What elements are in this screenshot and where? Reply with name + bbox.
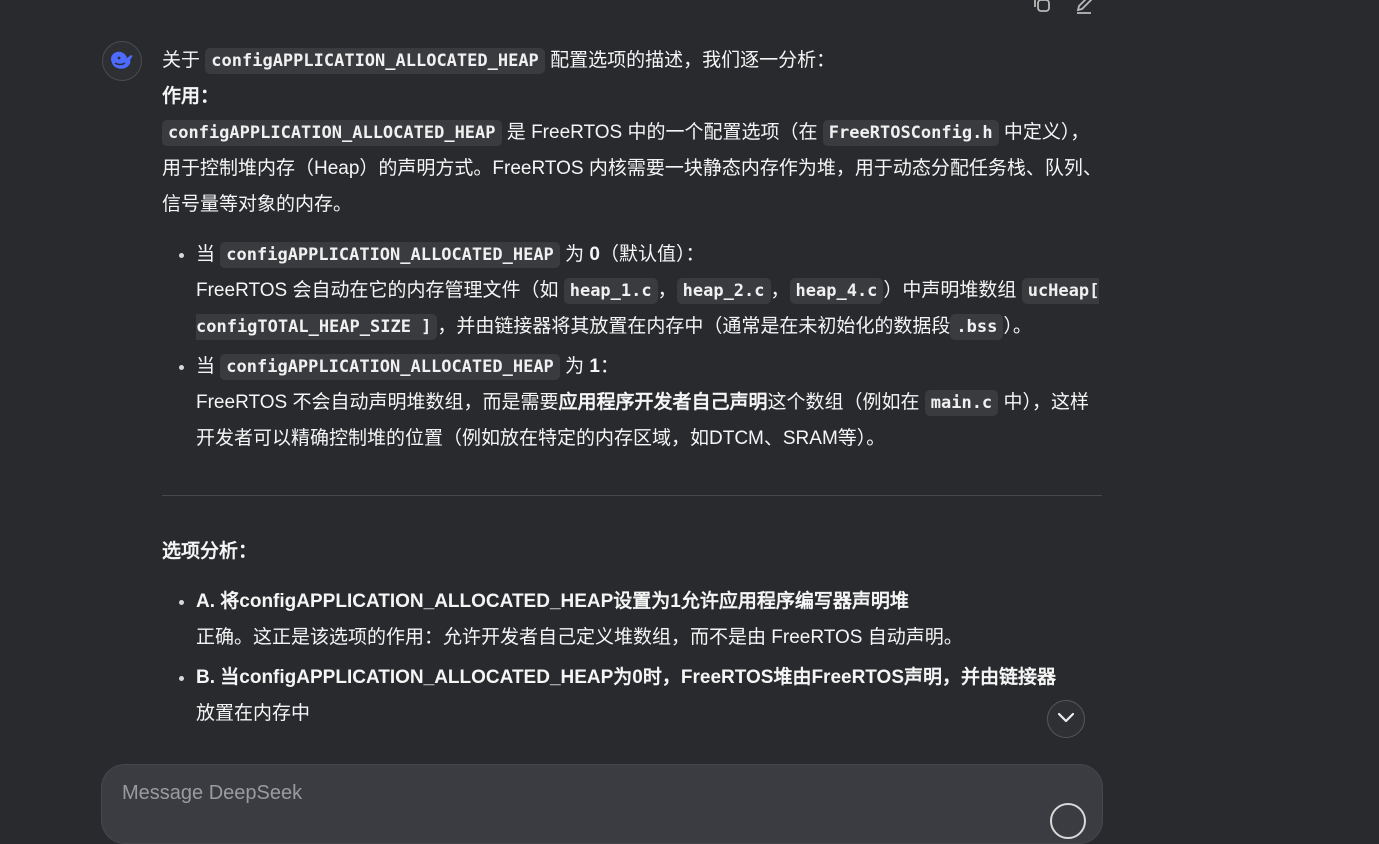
option-title: B. 当configAPPLICATION_ALLOCATED_HEAP为0时，… (196, 667, 1057, 688)
item-text: 为 (559, 244, 590, 265)
inline-code: heap_4.c (789, 278, 884, 304)
inline-code: configAPPLICATION_ALLOCATED_HEAP (220, 354, 560, 380)
list-item: B. 当configAPPLICATION_ALLOCATED_HEAP为0时，… (196, 660, 1102, 732)
item-text: 为 (559, 356, 590, 377)
option-desc: 正确。这正是该选项的作用：允许开发者自己定义堆数组，而不是由 FreeRTOS … (196, 627, 963, 648)
item-text: （默认值）： (599, 244, 705, 265)
option-desc: 放置在内存中 (196, 703, 311, 724)
inline-code: heap_2.c (676, 278, 771, 304)
option-title: A. 将configAPPLICATION_ALLOCATED_HEAP设置为1… (196, 591, 909, 612)
edit-icon[interactable] (1072, 0, 1096, 16)
deepseek-whale-icon (108, 47, 136, 76)
purpose-paragraph: configAPPLICATION_ALLOCATED_HEAP 是 FreeR… (162, 115, 1102, 223)
scroll-to-bottom-button[interactable] (1047, 700, 1085, 738)
message-toolbar (1030, 0, 1096, 16)
inline-code: heap_1.c (563, 278, 658, 304)
item-desc: ）中声明堆数组 (883, 280, 1022, 301)
intro-prefix: 关于 (162, 50, 206, 71)
inline-code: configAPPLICATION_ALLOCATED_HEAP (162, 120, 502, 146)
intro-suffix: 配置选项的描述，我们逐一分析： (544, 50, 836, 71)
assistant-message: 关于 configAPPLICATION_ALLOCATED_HEAP 配置选项… (162, 43, 1102, 736)
list-item: A. 将configAPPLICATION_ALLOCATED_HEAP设置为1… (196, 584, 1102, 656)
item-desc: ，并由链接器将其放置在内存中（通常是在未初始化的数据段 (437, 316, 951, 337)
inline-code: FreeRTOSConfig.h (822, 120, 999, 146)
purpose-heading: 作用： (162, 86, 220, 107)
inline-code: .bss (950, 314, 1004, 340)
item-desc: ， (770, 280, 790, 301)
divider (162, 495, 1102, 496)
message-input[interactable] (120, 781, 1024, 806)
list-item: 当 configAPPLICATION_ALLOCATED_HEAP 为 0（默… (196, 237, 1102, 345)
intro-paragraph: 关于 configAPPLICATION_ALLOCATED_HEAP 配置选项… (162, 43, 1102, 79)
behavior-list: 当 configAPPLICATION_ALLOCATED_HEAP 为 0（默… (162, 237, 1102, 457)
item-desc: FreeRTOS 会自动在它的内存管理文件（如 (196, 280, 564, 301)
item-text: 当 (196, 356, 221, 377)
inline-code: main.c (924, 390, 999, 416)
item-emphasis: 应用程序开发者自己声明 (558, 392, 768, 413)
item-desc: ， (657, 280, 677, 301)
purpose-text: 是 FreeRTOS 中的一个配置选项（在 (501, 122, 823, 143)
item-text: 当 (196, 244, 221, 265)
item-value: 0 (589, 244, 600, 265)
item-desc: FreeRTOS 不会自动声明堆数组，而是需要 (196, 392, 559, 413)
send-button[interactable] (1050, 803, 1086, 839)
analysis-heading: 选项分析： (162, 541, 258, 562)
item-text: ： (599, 356, 619, 377)
analysis-list: A. 将configAPPLICATION_ALLOCATED_HEAP设置为1… (162, 584, 1102, 732)
item-desc: ）。 (1003, 316, 1032, 337)
item-value: 1 (589, 356, 600, 377)
chevron-down-icon (1057, 710, 1075, 728)
list-item: 当 configAPPLICATION_ALLOCATED_HEAP 为 1： … (196, 349, 1102, 457)
inline-code: configAPPLICATION_ALLOCATED_HEAP (205, 48, 545, 74)
message-composer (101, 764, 1103, 844)
inline-code: configAPPLICATION_ALLOCATED_HEAP (220, 242, 560, 268)
copy-icon[interactable] (1030, 0, 1054, 16)
assistant-avatar (102, 41, 142, 81)
item-desc: 这个数组（例如在 (767, 392, 925, 413)
